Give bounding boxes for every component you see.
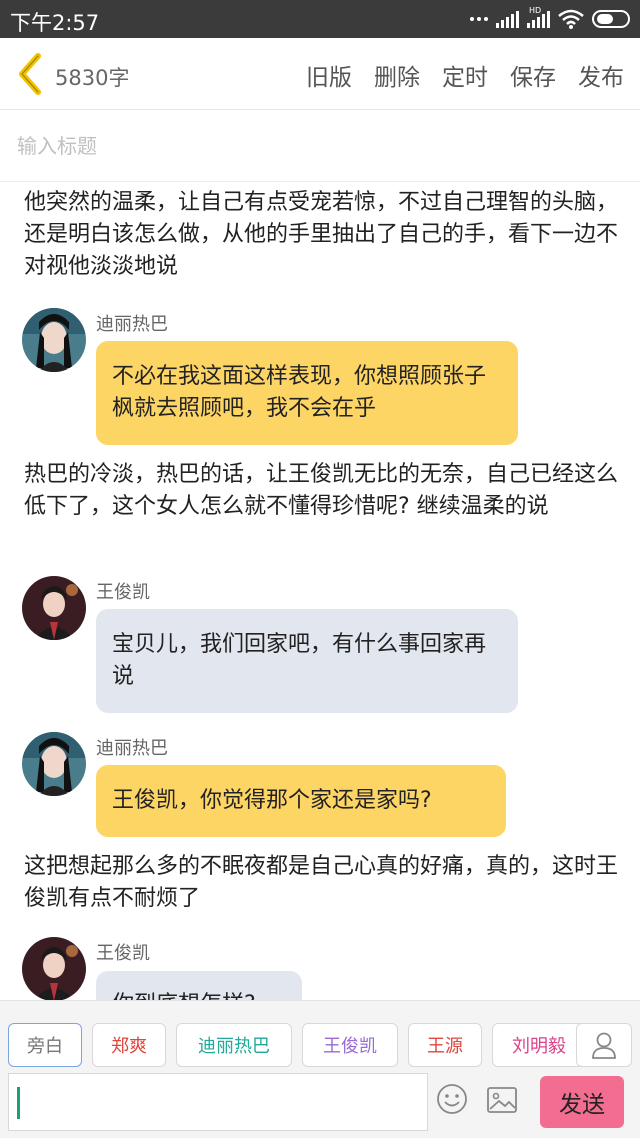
narration-paragraph: 热巴的冷淡，热巴的话，让王俊凯无比的无奈，自己已经这么低下了，这个女人怎么就不懂… bbox=[24, 462, 619, 519]
image-icon[interactable] bbox=[486, 1085, 518, 1115]
old-version-button[interactable]: 旧版 bbox=[306, 58, 352, 92]
story-content[interactable]: 他突然的温柔，让自己有点受宠若惊，不过自己理智的头脑，还是明白该怎么做，从他的手… bbox=[0, 183, 640, 1000]
character-bar: 旁白 郑爽 迪丽热巴 王俊凯 王源 刘明毅 发送 bbox=[0, 1000, 640, 1138]
character-chip[interactable]: 王源 bbox=[408, 1023, 482, 1067]
word-count: 5830字 bbox=[55, 66, 130, 90]
speaker-name: 王俊凯 bbox=[96, 582, 150, 603]
speaker-name: 迪丽热巴 bbox=[96, 314, 168, 335]
back-chevron-icon[interactable] bbox=[14, 52, 46, 96]
publish-button[interactable]: 发布 bbox=[578, 58, 624, 92]
character-chip[interactable]: 王俊凯 bbox=[302, 1023, 398, 1067]
battery-icon bbox=[592, 10, 630, 28]
schedule-button[interactable]: 定时 bbox=[442, 58, 488, 92]
signal-icon-2: HD bbox=[527, 6, 550, 28]
message-bubble[interactable]: 你到底想怎样? bbox=[96, 971, 302, 1000]
character-chip[interactable]: 迪丽热巴 bbox=[176, 1023, 292, 1067]
speaker-name: 王俊凯 bbox=[96, 943, 150, 964]
add-character-button[interactable] bbox=[576, 1023, 632, 1067]
title-row bbox=[0, 110, 640, 182]
character-chip[interactable]: 刘明毅 bbox=[492, 1023, 586, 1067]
message-bubble[interactable]: 宝贝儿，我们回家吧，有什么事回家再说 bbox=[96, 609, 518, 713]
save-button[interactable]: 保存 bbox=[510, 58, 556, 92]
editor-toolbar: 5830字 旧版 删除 定时 保存 发布 bbox=[0, 38, 640, 110]
message-input[interactable] bbox=[8, 1073, 428, 1131]
character-chip-narration[interactable]: 旁白 bbox=[8, 1023, 82, 1067]
wifi-icon bbox=[558, 9, 584, 29]
avatar-dilireba[interactable] bbox=[22, 732, 86, 796]
character-chip[interactable]: 郑爽 bbox=[92, 1023, 166, 1067]
status-bar: 下午2:57 HD bbox=[0, 0, 640, 38]
status-time: 下午2:57 bbox=[10, 11, 100, 35]
delete-button[interactable]: 删除 bbox=[374, 58, 420, 92]
avatar-wangjunkai[interactable] bbox=[22, 576, 86, 640]
more-dots-icon bbox=[470, 17, 488, 21]
signal-icon-1 bbox=[496, 10, 519, 28]
status-icons: HD bbox=[470, 6, 630, 29]
narration-paragraph: 这把想起那么多的不眠夜都是自己心真的好痛，真的，这时王俊凯有点不耐烦了 bbox=[24, 854, 619, 911]
speaker-name: 迪丽热巴 bbox=[96, 738, 168, 759]
message-bubble[interactable]: 王俊凯，你觉得那个家还是家吗? bbox=[96, 765, 506, 837]
text-caret bbox=[17, 1087, 20, 1119]
emoji-icon[interactable] bbox=[436, 1083, 468, 1115]
narration-paragraph: 他突然的温柔，让自己有点受宠若惊，不过自己理智的头脑，还是明白该怎么做，从他的手… bbox=[24, 190, 619, 279]
title-input[interactable] bbox=[0, 110, 600, 182]
character-chips: 旁白 郑爽 迪丽热巴 王俊凯 王源 刘明毅 bbox=[8, 1023, 586, 1067]
avatar-dilireba[interactable] bbox=[22, 308, 86, 372]
user-icon bbox=[592, 1032, 616, 1059]
toolbar-actions: 旧版 删除 定时 保存 发布 bbox=[306, 58, 624, 92]
network-label: HD bbox=[529, 6, 542, 15]
avatar-wangjunkai[interactable] bbox=[22, 937, 86, 1000]
send-button[interactable]: 发送 bbox=[540, 1076, 624, 1128]
message-bubble[interactable]: 不必在我这面这样表现，你想照顾张子枫就去照顾吧，我不会在乎 bbox=[96, 341, 518, 445]
